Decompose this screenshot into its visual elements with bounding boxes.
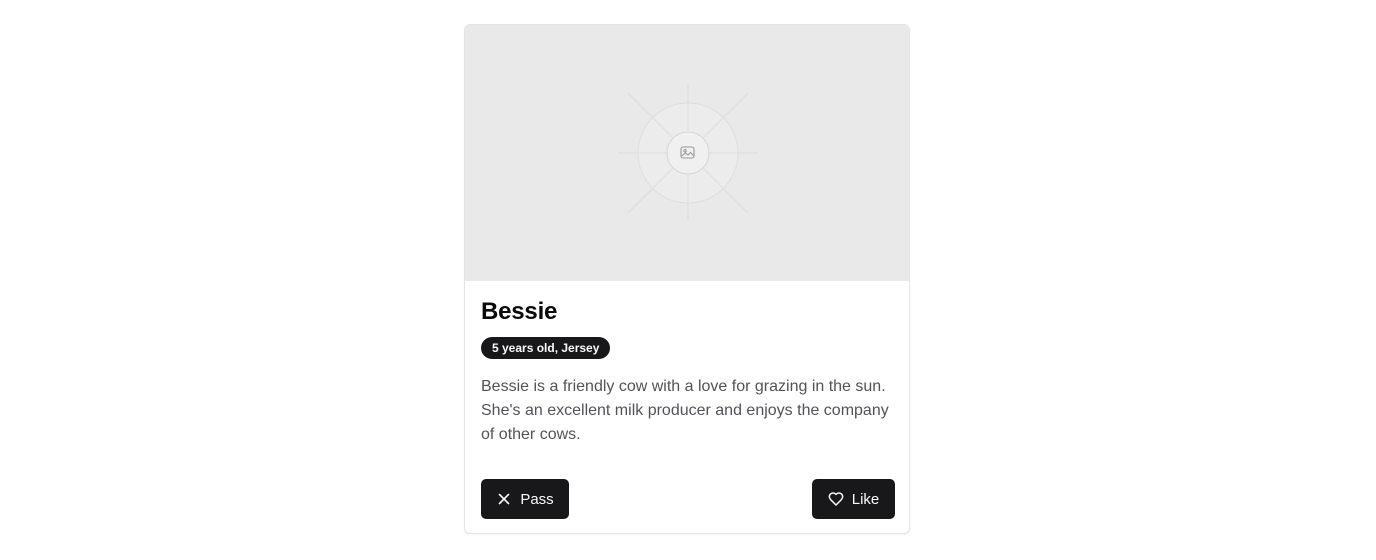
like-button-label: Like: [851, 490, 880, 508]
close-icon: [496, 491, 512, 507]
profile-image-placeholder: [465, 25, 909, 281]
like-button[interactable]: Like: [812, 479, 895, 519]
pass-button[interactable]: Pass: [481, 479, 569, 519]
profile-description: Bessie is a friendly cow with a love for…: [481, 378, 889, 443]
image-placeholder-icon: [618, 85, 758, 221]
pass-button-label: Pass: [520, 490, 554, 508]
heart-icon: [828, 491, 844, 507]
profile-name: Bessie: [481, 298, 558, 325]
profile-card: Bessie 5 years old, Jersey Bessie is a f…: [464, 24, 910, 534]
age-breed-badge: 5 years old, Jersey: [481, 337, 611, 359]
